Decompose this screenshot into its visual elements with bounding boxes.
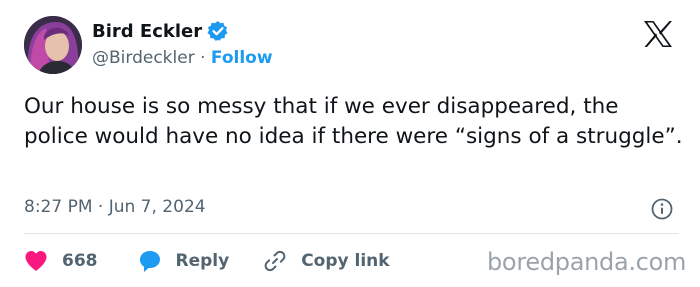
timestamp-separator: · bbox=[97, 197, 104, 217]
author-name-row: Bird Eckler bbox=[92, 20, 229, 42]
tweet-date: Jun 7, 2024 bbox=[108, 197, 206, 217]
reply-button[interactable]: Reply bbox=[138, 249, 230, 273]
author-handle-row: @Birdeckler · Follow bbox=[92, 48, 273, 68]
like-count: 668 bbox=[62, 251, 98, 271]
author-handle[interactable]: @Birdeckler bbox=[92, 48, 195, 68]
handle-separator: · bbox=[200, 48, 206, 68]
divider bbox=[24, 233, 679, 234]
heart-icon bbox=[25, 251, 47, 271]
watermark: boredpanda.com bbox=[487, 248, 687, 276]
author-avatar[interactable] bbox=[24, 16, 82, 74]
copy-link-button[interactable]: Copy link bbox=[263, 249, 390, 273]
action-bar: 668 Reply Copy link bbox=[24, 247, 390, 275]
x-logo-icon[interactable] bbox=[643, 20, 673, 48]
speech-bubble-icon bbox=[139, 251, 160, 272]
link-icon bbox=[264, 250, 286, 272]
reply-label: Reply bbox=[175, 251, 230, 271]
tweet-timestamp[interactable]: 8:27 PM · Jun 7, 2024 bbox=[24, 197, 206, 217]
info-icon[interactable] bbox=[651, 198, 673, 220]
verified-badge-icon bbox=[207, 20, 229, 42]
like-button[interactable]: 668 bbox=[24, 250, 98, 272]
follow-button[interactable]: Follow bbox=[211, 48, 273, 68]
tweet-time: 8:27 PM bbox=[24, 197, 93, 217]
copy-link-label: Copy link bbox=[301, 251, 390, 271]
author-name[interactable]: Bird Eckler bbox=[92, 21, 202, 42]
tweet-text: Our house is so messy that if we ever di… bbox=[24, 94, 683, 149]
avatar-image bbox=[24, 16, 82, 74]
